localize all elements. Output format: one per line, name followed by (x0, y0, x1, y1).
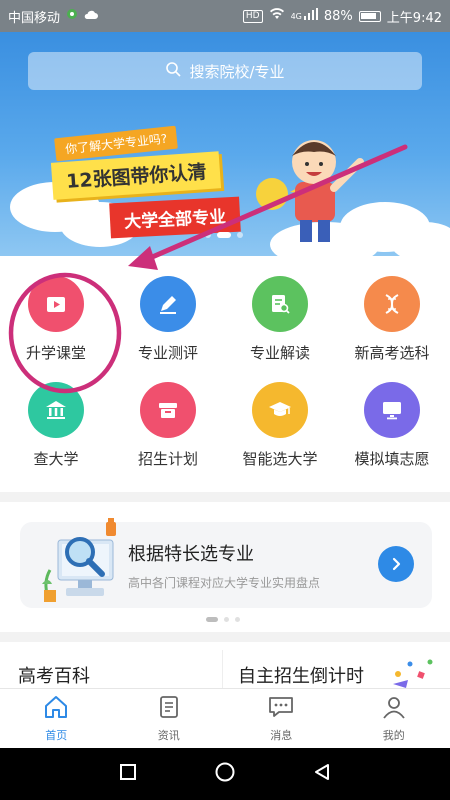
tab-messages[interactable]: 消息 (225, 689, 338, 748)
tab-news[interactable]: 资讯 (113, 689, 226, 748)
tab-home[interactable]: 首页 (0, 689, 113, 748)
grid-label: 专业解读 (249, 344, 310, 362)
section-countdown[interactable]: 自主招生倒计时 (238, 662, 364, 688)
university-icon (28, 382, 84, 438)
tab-label: 首页 (45, 729, 68, 742)
hd-badge: HD (242, 9, 263, 23)
search-placeholder: 搜索院校/专业 (189, 62, 285, 81)
confetti-illustration (393, 659, 433, 688)
card-title: 根据特长选专业 (128, 544, 254, 565)
grid-item-class[interactable]: 升学课堂 (0, 266, 112, 366)
graduation-cap-icon (252, 382, 308, 438)
grid-label: 招生计划 (137, 450, 198, 468)
grid-label: 智能选大学 (242, 450, 318, 468)
promo-banner[interactable]: 搜索院校/专业 你了解大学专业吗? 12张图带你认清 大学全部专业 (0, 32, 450, 256)
banner-dot (205, 232, 211, 238)
section-gaokao-wiki[interactable]: 高考百科 (18, 662, 90, 688)
grid-label: 专业测评 (137, 344, 198, 362)
grid-label: 升学课堂 (25, 344, 86, 362)
pencil-icon (140, 276, 196, 332)
profile-icon (381, 695, 407, 723)
recommendation-card[interactable]: 根据特长选专业 高中各门课程对应大学专业实用盘点 (20, 518, 432, 608)
network-type: 4G (290, 11, 302, 21)
home-icon (43, 695, 69, 723)
tab-label: 资讯 (157, 729, 180, 742)
recents-icon[interactable] (118, 762, 138, 786)
monitor-icon (364, 382, 420, 438)
tab-label: 我的 (382, 729, 405, 742)
grid-item-interpretation[interactable]: 专业解读 (224, 266, 336, 366)
status-bar: 中国移动 HD 4G 88% 上午9:42 (0, 0, 450, 32)
wifi-icon (269, 8, 285, 24)
banner-dot (237, 232, 243, 238)
tab-profile[interactable]: 我的 (338, 689, 450, 748)
grid-label: 模拟填志愿 (354, 450, 430, 468)
grid-item-subject-selection[interactable]: 新高考选科 (336, 266, 448, 366)
feature-grid: 升学课堂 专业测评 专业解读 新高考选科 查大学 招生计划 智能选大学 模拟填志… (0, 266, 450, 478)
section-separator (222, 650, 223, 690)
grid-item-universities[interactable]: 查大学 (0, 372, 112, 472)
document-search-icon (252, 276, 308, 332)
video-icon (28, 276, 84, 332)
clock: 上午9:42 (386, 10, 442, 26)
cartoon-student-illustration (256, 140, 364, 242)
grid-label: 查大学 (33, 450, 79, 468)
carrier-label: 中国移动 (8, 10, 61, 26)
pager-dot (235, 617, 240, 622)
signal-icon (303, 8, 318, 24)
grid-item-smart-select[interactable]: 智能选大学 (224, 372, 336, 472)
dna-icon (364, 276, 420, 332)
section-divider (0, 632, 450, 642)
cloud-icon (84, 9, 99, 24)
search-icon (165, 61, 182, 81)
search-bar[interactable]: 搜索院校/专业 (28, 52, 422, 90)
grid-item-mock-application[interactable]: 模拟填志愿 (336, 372, 448, 472)
bottom-tab-bar: 首页 资讯 消息 我的 (0, 688, 450, 748)
notification-icon (66, 8, 78, 24)
section-divider (0, 492, 450, 502)
home-button-icon[interactable] (214, 761, 236, 787)
grid-item-enrollment-plan[interactable]: 招生计划 (112, 372, 224, 472)
grid-item-assessment[interactable]: 专业测评 (112, 266, 224, 366)
pager-dot-active (206, 617, 218, 622)
banner-dot-active (217, 232, 231, 238)
battery-icon (358, 10, 381, 22)
back-icon[interactable] (312, 762, 332, 786)
grid-label: 新高考选科 (354, 344, 430, 362)
cloud-shape (390, 222, 450, 256)
magnifier-computer-illustration (42, 518, 116, 602)
system-nav-bar (0, 748, 450, 800)
pager-dot (224, 617, 229, 622)
tab-label: 消息 (270, 729, 293, 742)
news-icon (156, 695, 182, 723)
battery-percent: 88% (323, 8, 353, 24)
banner-pagination (205, 232, 243, 238)
chevron-right-icon[interactable] (378, 546, 414, 582)
message-icon (267, 695, 295, 723)
box-icon (140, 382, 196, 438)
card-pagination (206, 617, 240, 622)
card-subtitle: 高中各门课程对应大学专业实用盘点 (128, 576, 321, 590)
